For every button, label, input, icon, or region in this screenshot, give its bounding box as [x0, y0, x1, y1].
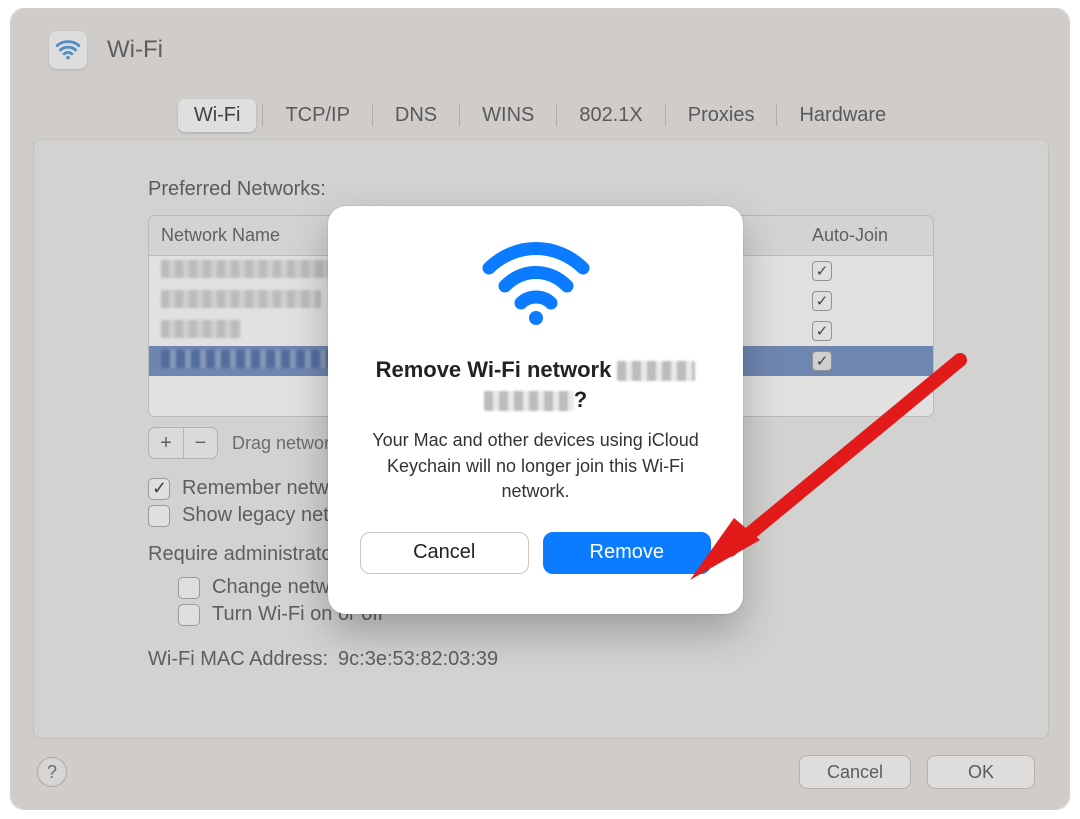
autojoin-checkbox[interactable]: ✓ — [812, 291, 832, 311]
preferred-networks-label: Preferred Networks: — [148, 178, 934, 201]
cancel-button[interactable]: Cancel — [799, 755, 911, 789]
tab-wifi[interactable]: Wi-Fi — [178, 99, 257, 132]
ok-button[interactable]: OK — [927, 755, 1035, 789]
remove-network-button[interactable]: − — [183, 428, 217, 458]
mac-address-value: 9c:3e:53:82:03:39 — [338, 648, 498, 671]
tab-dns[interactable]: DNS — [379, 99, 453, 132]
dialog-cancel-button[interactable]: Cancel — [360, 532, 529, 574]
window-title: Wi-Fi — [107, 36, 163, 64]
help-button[interactable]: ? — [37, 757, 67, 787]
tab-separator — [372, 104, 373, 126]
dialog-body: Your Mac and other devices using iCloud … — [360, 428, 711, 504]
tab-separator — [459, 104, 460, 126]
tab-separator — [262, 104, 263, 126]
wifi-icon-large — [481, 238, 591, 333]
network-name-redacted — [161, 320, 241, 338]
col-auto-join[interactable]: Auto-Join — [794, 216, 933, 255]
network-name-redacted — [161, 290, 321, 308]
remove-network-dialog: Remove Wi-Fi network ? Your Mac and othe… — [328, 206, 743, 614]
dialog-network-name-redacted — [617, 361, 695, 381]
dialog-title: Remove Wi-Fi network ? — [360, 355, 711, 414]
tab-separator — [556, 104, 557, 126]
add-network-button[interactable]: + — [149, 428, 183, 458]
remember-checkbox[interactable] — [148, 478, 170, 500]
tab-hardware[interactable]: Hardware — [783, 99, 902, 132]
change-networks-checkbox[interactable] — [178, 577, 200, 599]
window-header: Wi-Fi — [49, 31, 163, 69]
tab-separator — [776, 104, 777, 126]
dialog-network-name-redacted — [484, 391, 574, 411]
legacy-checkbox[interactable] — [148, 505, 170, 527]
tab-wins[interactable]: WINS — [466, 99, 550, 132]
tab-bar: Wi-Fi TCP/IP DNS WINS 802.1X Proxies Har… — [11, 99, 1069, 132]
autojoin-checkbox[interactable]: ✓ — [812, 351, 832, 371]
mac-address-label: Wi-Fi MAC Address: — [148, 648, 328, 671]
tab-separator — [665, 104, 666, 126]
wifi-icon — [49, 31, 87, 69]
toggle-wifi-checkbox[interactable] — [178, 604, 200, 626]
network-name-redacted — [161, 260, 341, 278]
add-remove-group: + − — [148, 427, 218, 459]
tab-proxies[interactable]: Proxies — [672, 99, 771, 132]
tab-tcpip[interactable]: TCP/IP — [269, 99, 365, 132]
autojoin-checkbox[interactable]: ✓ — [812, 321, 832, 341]
tab-8021x[interactable]: 802.1X — [563, 99, 658, 132]
autojoin-checkbox[interactable]: ✓ — [812, 261, 832, 281]
dialog-remove-button[interactable]: Remove — [543, 532, 712, 574]
